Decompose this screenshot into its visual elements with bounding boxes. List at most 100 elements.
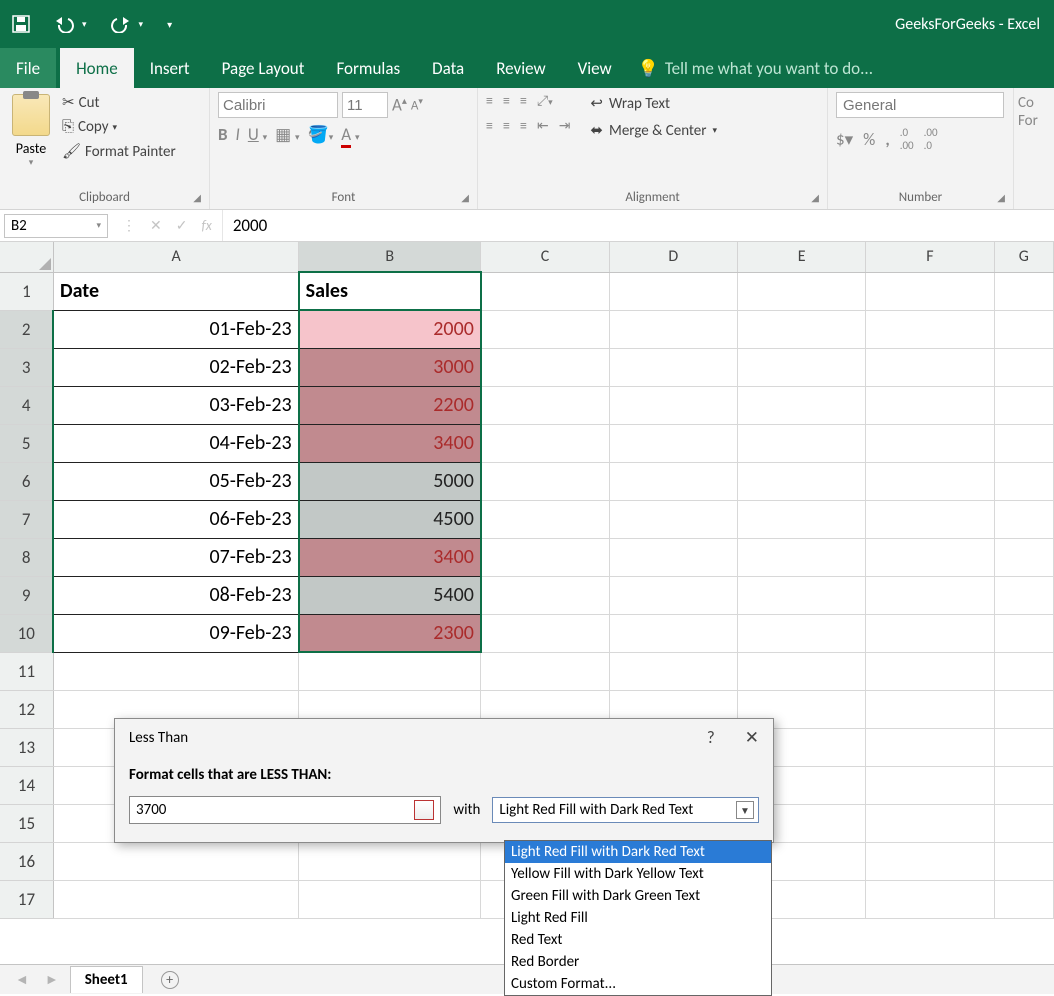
paste-button[interactable]: Paste ▾: [8, 92, 54, 170]
tab-home[interactable]: Home: [60, 48, 134, 88]
orientation-icon[interactable]: ⤢▾: [537, 92, 553, 109]
cell-B17[interactable]: [299, 880, 481, 918]
format-option[interactable]: Red Border: [505, 951, 771, 973]
cell-E6[interactable]: [737, 462, 865, 500]
cell-B8[interactable]: 3400: [299, 538, 481, 576]
col-head-D[interactable]: D: [609, 242, 737, 272]
format-option[interactable]: Yellow Fill with Dark Yellow Text: [505, 863, 771, 885]
cell-B10[interactable]: 2300: [299, 614, 481, 652]
range-picker-icon[interactable]: [414, 800, 434, 820]
number-format-select[interactable]: [836, 92, 1004, 118]
cell-G5[interactable]: [994, 424, 1053, 462]
tab-view[interactable]: View: [562, 48, 628, 88]
cell-G7[interactable]: [994, 500, 1053, 538]
cell-F10[interactable]: [866, 614, 994, 652]
row-head-13[interactable]: 13: [0, 728, 53, 766]
clipboard-launcher-icon[interactable]: ◢: [193, 191, 201, 204]
cell-D11[interactable]: [609, 652, 737, 690]
cell-G3[interactable]: [994, 348, 1053, 386]
cell-F4[interactable]: [866, 386, 994, 424]
increase-font-icon[interactable]: A▴: [392, 94, 407, 116]
cell-D7[interactable]: [609, 500, 737, 538]
col-head-B[interactable]: B: [299, 242, 481, 272]
format-option[interactable]: Custom Format...: [505, 973, 771, 995]
font-name-select[interactable]: [218, 92, 338, 118]
cell-B16[interactable]: [299, 842, 481, 880]
cell-B3[interactable]: 3000: [299, 348, 481, 386]
cell-D8[interactable]: [609, 538, 737, 576]
cell-A5[interactable]: 04-Feb-23: [53, 424, 298, 462]
cell-F12[interactable]: [866, 690, 994, 728]
cell-A2[interactable]: 01-Feb-23: [53, 310, 298, 348]
merge-center-button[interactable]: ⬌Merge & Center ▾: [588, 119, 719, 142]
fx-icon[interactable]: fx: [201, 217, 211, 234]
cell-F6[interactable]: [866, 462, 994, 500]
row-head-4[interactable]: 4: [0, 386, 53, 424]
align-right-icon[interactable]: ≡: [520, 117, 527, 134]
cell-D2[interactable]: [609, 310, 737, 348]
cell-A17[interactable]: [53, 880, 298, 918]
cell-A11[interactable]: [53, 652, 298, 690]
percent-format-icon[interactable]: %: [863, 129, 875, 150]
align-bottom-icon[interactable]: ≡: [520, 92, 527, 109]
row-head-7[interactable]: 7: [0, 500, 53, 538]
cell-F3[interactable]: [866, 348, 994, 386]
col-head-G[interactable]: G: [994, 242, 1053, 272]
cell-C4[interactable]: [481, 386, 609, 424]
cell-F9[interactable]: [866, 576, 994, 614]
cell-A1[interactable]: Date: [53, 272, 298, 310]
cell-G6[interactable]: [994, 462, 1053, 500]
tab-data[interactable]: Data: [416, 48, 480, 88]
row-head-12[interactable]: 12: [0, 690, 53, 728]
cell-E4[interactable]: [737, 386, 865, 424]
cell-E3[interactable]: [737, 348, 865, 386]
row-head-17[interactable]: 17: [0, 880, 53, 918]
cell-G11[interactable]: [994, 652, 1053, 690]
cell-D4[interactable]: [609, 386, 737, 424]
cut-button[interactable]: ✂Cut: [60, 92, 178, 113]
cell-F8[interactable]: [866, 538, 994, 576]
cell-F16[interactable]: [866, 842, 994, 880]
cell-E5[interactable]: [737, 424, 865, 462]
cell-A3[interactable]: 02-Feb-23: [53, 348, 298, 386]
fill-color-button[interactable]: 🪣▾: [308, 124, 334, 145]
cell-A9[interactable]: 08-Feb-23: [53, 576, 298, 614]
cell-F15[interactable]: [866, 804, 994, 842]
chevron-down-icon[interactable]: ▼: [736, 801, 754, 819]
cell-A6[interactable]: 05-Feb-23: [53, 462, 298, 500]
cell-C11[interactable]: [481, 652, 609, 690]
save-icon[interactable]: [6, 11, 36, 37]
cell-F5[interactable]: [866, 424, 994, 462]
tab-review[interactable]: Review: [480, 48, 561, 88]
format-option[interactable]: Green Fill with Dark Green Text: [505, 885, 771, 907]
cell-G4[interactable]: [994, 386, 1053, 424]
redo-icon[interactable]: ▾: [105, 11, 150, 37]
tab-file[interactable]: File: [0, 48, 56, 88]
cell-G13[interactable]: [994, 728, 1053, 766]
align-left-icon[interactable]: ≡: [486, 117, 493, 134]
threshold-input[interactable]: 3700: [129, 796, 441, 824]
cell-C8[interactable]: [481, 538, 609, 576]
cell-E1[interactable]: [737, 272, 865, 310]
tell-me-search[interactable]: 💡 Tell me what you want to do...: [638, 48, 873, 88]
cell-B9[interactable]: 5400: [299, 576, 481, 614]
row-head-6[interactable]: 6: [0, 462, 53, 500]
cell-F13[interactable]: [866, 728, 994, 766]
cell-B7[interactable]: 4500: [299, 500, 481, 538]
decrease-font-icon[interactable]: A▾: [411, 96, 423, 113]
decrease-decimal-icon[interactable]: .00.0: [924, 126, 938, 152]
cell-B5[interactable]: 3400: [299, 424, 481, 462]
cell-A8[interactable]: 07-Feb-23: [53, 538, 298, 576]
cell-B1[interactable]: Sales: [299, 272, 481, 310]
row-head-3[interactable]: 3: [0, 348, 53, 386]
align-middle-icon[interactable]: ≡: [503, 92, 510, 109]
cell-D10[interactable]: [609, 614, 737, 652]
decrease-indent-icon[interactable]: ⇤: [537, 117, 549, 134]
bold-button[interactable]: B: [218, 124, 228, 145]
cell-B6[interactable]: 5000: [299, 462, 481, 500]
cancel-icon[interactable]: ✕: [150, 217, 162, 234]
cell-C3[interactable]: [481, 348, 609, 386]
tab-page-layout[interactable]: Page Layout: [206, 48, 321, 88]
row-head-10[interactable]: 10: [0, 614, 53, 652]
new-sheet-button[interactable]: +: [161, 971, 179, 989]
